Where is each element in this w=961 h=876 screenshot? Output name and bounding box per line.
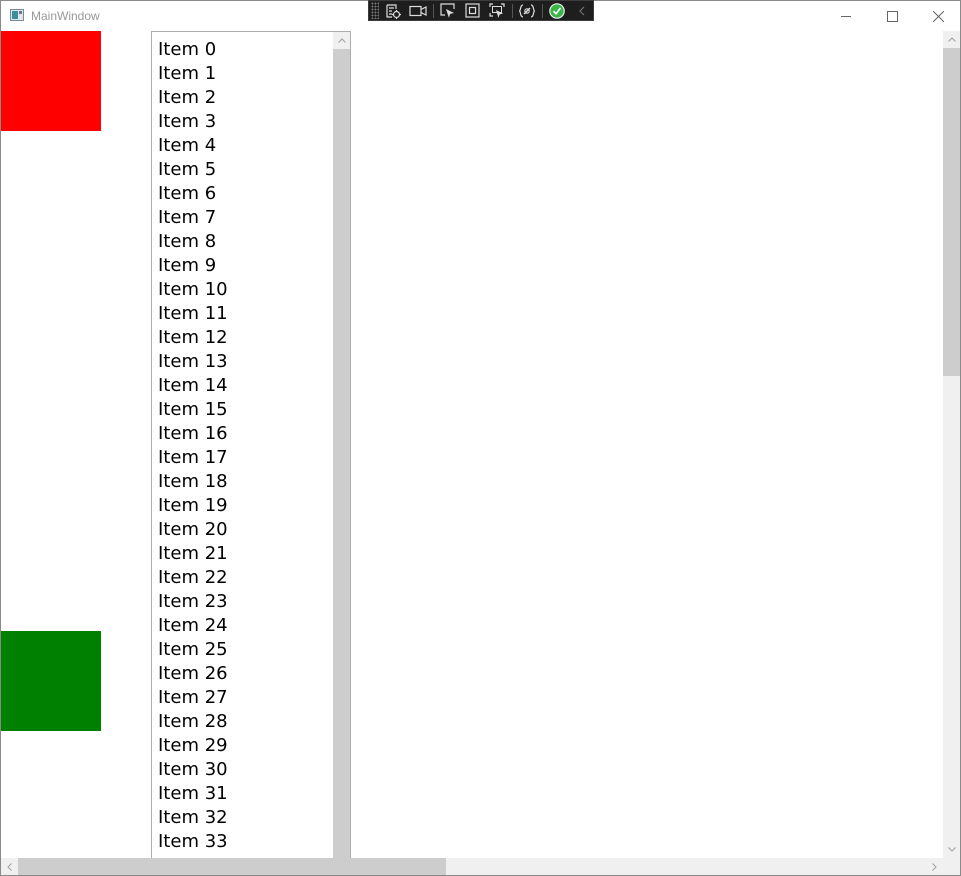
- list-item[interactable]: Item 3: [158, 110, 228, 134]
- list-item[interactable]: Item 6: [158, 182, 228, 206]
- check-circle-icon: [549, 3, 565, 19]
- chevron-up-icon: [338, 38, 346, 43]
- scroll-left-button[interactable]: [1, 858, 18, 875]
- maximize-icon: [887, 11, 898, 22]
- app-window-icon: [10, 9, 24, 21]
- toolbar-grip[interactable]: [371, 2, 379, 19]
- list-item[interactable]: Item 9: [158, 254, 228, 278]
- listbox-items: Item 0Item 1Item 2Item 3Item 4Item 5Item…: [158, 38, 228, 854]
- list-item[interactable]: Item 26: [158, 662, 228, 686]
- list-item[interactable]: Item 0: [158, 38, 228, 62]
- list-item[interactable]: Item 5: [158, 158, 228, 182]
- list-item[interactable]: Item 32: [158, 806, 228, 830]
- red-rectangle: [1, 31, 101, 131]
- list-item[interactable]: Item 13: [158, 350, 228, 374]
- horizontal-scroll-thumb[interactable]: [18, 858, 446, 875]
- green-rectangle: [1, 631, 101, 731]
- list-item[interactable]: Item 14: [158, 374, 228, 398]
- list-item[interactable]: Item 4: [158, 134, 228, 158]
- list-item[interactable]: Item 11: [158, 302, 228, 326]
- binding-failures[interactable]: [516, 1, 538, 20]
- hot-reload-status[interactable]: [546, 1, 568, 20]
- list-item[interactable]: Item 8: [158, 230, 228, 254]
- scroll-right-button[interactable]: [926, 858, 943, 875]
- inspect-element-icon: [385, 3, 401, 19]
- cursor-select-icon: [440, 3, 456, 19]
- listbox-scroll-thumb[interactable]: [333, 49, 350, 858]
- chevron-down-icon: [948, 847, 956, 852]
- list-item[interactable]: Item 2: [158, 86, 228, 110]
- main-window: MainWindow Item 0Item 1Item 2Item 3Item …: [0, 0, 961, 876]
- list-item[interactable]: Item 16: [158, 422, 228, 446]
- list-item[interactable]: Item 23: [158, 590, 228, 614]
- list-item[interactable]: Item 7: [158, 206, 228, 230]
- toolbar-separator: [542, 4, 543, 18]
- list-item[interactable]: Item 20: [158, 518, 228, 542]
- toolbar-separator: [512, 4, 513, 18]
- list-item[interactable]: Item 10: [158, 278, 228, 302]
- window-horizontal-scrollbar[interactable]: [1, 858, 943, 875]
- list-item[interactable]: Item 24: [158, 614, 228, 638]
- display-layout-adorners[interactable]: [437, 1, 459, 20]
- debug-toolbar: [368, 0, 594, 21]
- chevron-right-icon: [932, 863, 937, 871]
- track-focused-element[interactable]: [407, 1, 429, 20]
- list-item[interactable]: Item 27: [158, 686, 228, 710]
- hot-reload-select[interactable]: [486, 1, 508, 20]
- scrollbar-corner: [943, 858, 960, 875]
- close-icon: [933, 11, 944, 22]
- list-item[interactable]: Item 28: [158, 710, 228, 734]
- maximize-button[interactable]: [869, 1, 915, 31]
- chevron-left-icon: [7, 863, 12, 871]
- list-item[interactable]: Item 1: [158, 62, 228, 86]
- list-item[interactable]: Item 30: [158, 758, 228, 782]
- camera-icon: [409, 5, 427, 17]
- listbox-vertical-scrollbar[interactable]: [333, 32, 350, 858]
- chevron-up-icon: [948, 37, 956, 42]
- list-item[interactable]: Item 19: [158, 494, 228, 518]
- select-element-tool[interactable]: [382, 1, 404, 20]
- list-item[interactable]: Item 17: [158, 446, 228, 470]
- close-button[interactable]: [915, 1, 961, 31]
- scroll-down-button[interactable]: [943, 841, 960, 858]
- square-bounds-icon: [465, 3, 480, 18]
- vertical-scroll-thumb[interactable]: [943, 48, 960, 376]
- toolbar-separator: [433, 4, 434, 18]
- list-item[interactable]: Item 18: [158, 470, 228, 494]
- list-item[interactable]: Item 29: [158, 734, 228, 758]
- list-item[interactable]: Item 22: [158, 566, 228, 590]
- list-item[interactable]: Item 25: [158, 638, 228, 662]
- display-element-bounds[interactable]: [462, 1, 484, 20]
- list-item[interactable]: Item 33: [158, 830, 228, 854]
- window-title: MainWindow: [31, 9, 100, 23]
- binding-icon: [519, 4, 535, 18]
- list-item[interactable]: Item 21: [158, 542, 228, 566]
- cursor-frame-icon: [489, 3, 505, 19]
- minimize-button[interactable]: [823, 1, 869, 31]
- scroll-up-button[interactable]: [943, 31, 960, 48]
- window-vertical-scrollbar[interactable]: [943, 31, 960, 858]
- list-item[interactable]: Item 31: [158, 782, 228, 806]
- collapse-toolbar[interactable]: [571, 1, 593, 20]
- list-item[interactable]: Item 15: [158, 398, 228, 422]
- minimize-icon: [841, 16, 851, 17]
- list-item[interactable]: Item 12: [158, 326, 228, 350]
- item-listbox[interactable]: Item 0Item 1Item 2Item 3Item 4Item 5Item…: [151, 31, 351, 858]
- chevron-left-icon: [579, 6, 585, 16]
- window-content: Item 0Item 1Item 2Item 3Item 4Item 5Item…: [1, 31, 943, 858]
- listbox-scroll-up-button[interactable]: [333, 32, 350, 49]
